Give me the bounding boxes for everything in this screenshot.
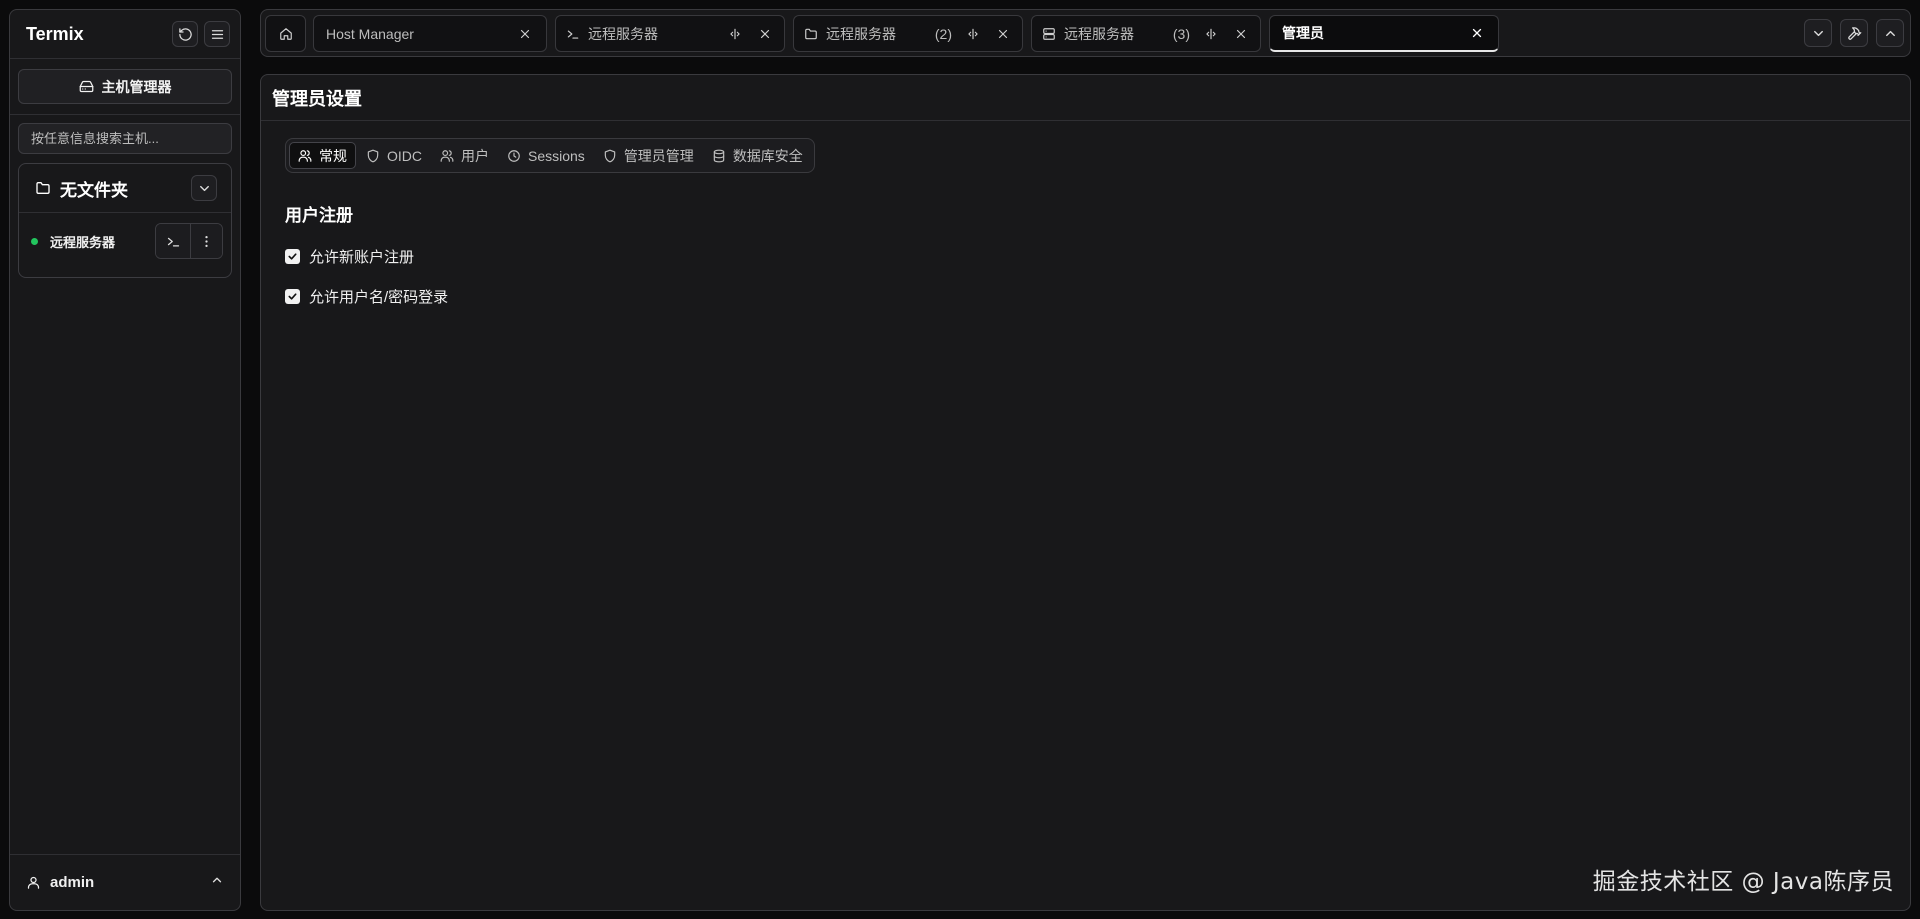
allow-registration-checkbox[interactable]: [285, 249, 300, 264]
tab-label: 用户: [461, 147, 489, 164]
tab-terminal[interactable]: 远程服务器: [555, 15, 785, 52]
status-dot: [31, 237, 38, 245]
folder-icon: [36, 182, 50, 194]
tab-label: 远程服务器: [588, 25, 658, 42]
option-label: 允许用户名/密码登录: [309, 289, 449, 306]
host-name: 远程服务器: [50, 234, 116, 250]
close-icon[interactable]: [1470, 26, 1484, 40]
clock-icon: [508, 149, 520, 162]
shield-icon: [604, 149, 616, 162]
tab-label: Sessions: [528, 147, 585, 164]
allow-password-login-checkbox[interactable]: [285, 289, 300, 304]
chevron-up-icon: [212, 877, 222, 883]
page-title: 管理员设置: [272, 88, 362, 109]
chevron-down-icon: [199, 185, 209, 191]
check-icon: [288, 253, 297, 260]
tab-label: 数据库安全: [732, 147, 803, 164]
server-icon: [1043, 27, 1055, 40]
tab-label: 远程服务器: [1064, 25, 1134, 42]
user-menu[interactable]: admin: [10, 854, 240, 910]
split-view-icon[interactable]: [1204, 27, 1218, 41]
watermark: 掘金技术社区 @ Java陈序员: [1592, 869, 1894, 895]
terminal-icon: [167, 237, 179, 246]
users-icon: [440, 149, 454, 162]
tab-label: OIDC: [387, 147, 422, 164]
host-more-button[interactable]: [190, 224, 222, 258]
admin-settings-panel: 管理员设置 常规 OIDC 用户 Sessions 管理员管理 数据库安全 用户…: [260, 74, 1911, 911]
split-view-icon[interactable]: [966, 27, 980, 41]
home-icon: [279, 27, 292, 40]
tab-home[interactable]: [265, 15, 306, 52]
folder-card: 无文件夹 远程服务器: [18, 163, 232, 278]
tab-database-security[interactable]: 数据库安全: [704, 142, 811, 169]
open-terminal-button[interactable]: [156, 224, 190, 258]
hammer-icon: [1847, 26, 1861, 40]
refresh-icon: [178, 27, 192, 41]
tab-label: Host Manager: [326, 25, 414, 42]
tab-admin[interactable]: 管理员: [1269, 15, 1499, 52]
host-item[interactable]: 远程服务器: [19, 213, 231, 269]
tab-label: 管理员: [1282, 25, 1324, 41]
folder-icon: [805, 28, 817, 39]
allow-password-login-option[interactable]: 允许用户名/密码登录: [285, 286, 448, 307]
close-icon[interactable]: [518, 27, 532, 41]
tab-label: 管理员管理: [623, 147, 694, 164]
sidebar-header: Termix: [10, 10, 240, 59]
host-manager-button[interactable]: 主机管理器: [18, 69, 232, 104]
tab-admin-management[interactable]: 管理员管理: [595, 142, 702, 169]
tab-host-manager[interactable]: Host Manager: [313, 15, 547, 52]
split-view-icon[interactable]: [728, 27, 742, 41]
host-search-input[interactable]: [18, 123, 232, 154]
tab-file-manager[interactable]: 远程服务器 (2): [793, 15, 1023, 52]
app-title: Termix: [26, 23, 84, 44]
username: admin: [50, 874, 95, 891]
folder-name: 无文件夹: [60, 180, 128, 200]
folder-header: 无文件夹: [19, 164, 231, 213]
tools-button[interactable]: [1840, 19, 1868, 47]
check-icon: [288, 293, 297, 300]
tab-list-dropdown-button[interactable]: [1804, 19, 1832, 47]
menu-icon: [211, 29, 223, 39]
folder-collapse-button[interactable]: [191, 175, 217, 201]
refresh-button[interactable]: [172, 21, 198, 47]
section-title: 用户注册: [285, 206, 353, 225]
tab-label: 远程服务器: [826, 25, 896, 42]
more-vertical-icon: [205, 235, 208, 247]
settings-tabs: 常规 OIDC 用户 Sessions 管理员管理 数据库安全: [285, 138, 815, 173]
sidebar: Termix 主机管理器 无文件夹 远程服: [9, 9, 241, 911]
tab-general[interactable]: 常规: [289, 142, 356, 169]
tab-server-stats[interactable]: 远程服务器 (3): [1031, 15, 1261, 52]
host-actions: [155, 223, 223, 259]
chevron-up-icon: [1885, 30, 1895, 36]
tab-users[interactable]: 用户: [432, 142, 497, 169]
user-icon: [27, 876, 40, 889]
tab-number: (2): [934, 25, 952, 42]
panel-header: 管理员设置: [261, 75, 1910, 121]
hard-drive-icon: [79, 80, 93, 93]
menu-button[interactable]: [204, 21, 230, 47]
tab-number: (3): [1172, 25, 1190, 42]
shield-icon: [367, 149, 379, 162]
database-icon: [713, 149, 725, 162]
close-icon[interactable]: [758, 27, 772, 41]
users-icon: [298, 149, 312, 162]
host-manager-label: 主机管理器: [101, 78, 172, 95]
tab-oidc[interactable]: OIDC: [358, 142, 430, 169]
terminal-icon: [567, 30, 579, 39]
close-icon[interactable]: [996, 27, 1010, 41]
chevron-down-icon: [1813, 30, 1823, 36]
tab-label: 常规: [319, 147, 347, 164]
tab-bar: Host Manager 远程服务器 远程服务器 (2) 远程服务器 (3) 管…: [260, 9, 1911, 57]
allow-registration-option[interactable]: 允许新账户注册: [285, 246, 414, 267]
close-icon[interactable]: [1234, 27, 1248, 41]
option-label: 允许新账户注册: [309, 249, 415, 266]
collapse-topbar-button[interactable]: [1876, 19, 1904, 47]
divider: [10, 114, 240, 115]
tab-sessions[interactable]: Sessions: [499, 142, 593, 169]
